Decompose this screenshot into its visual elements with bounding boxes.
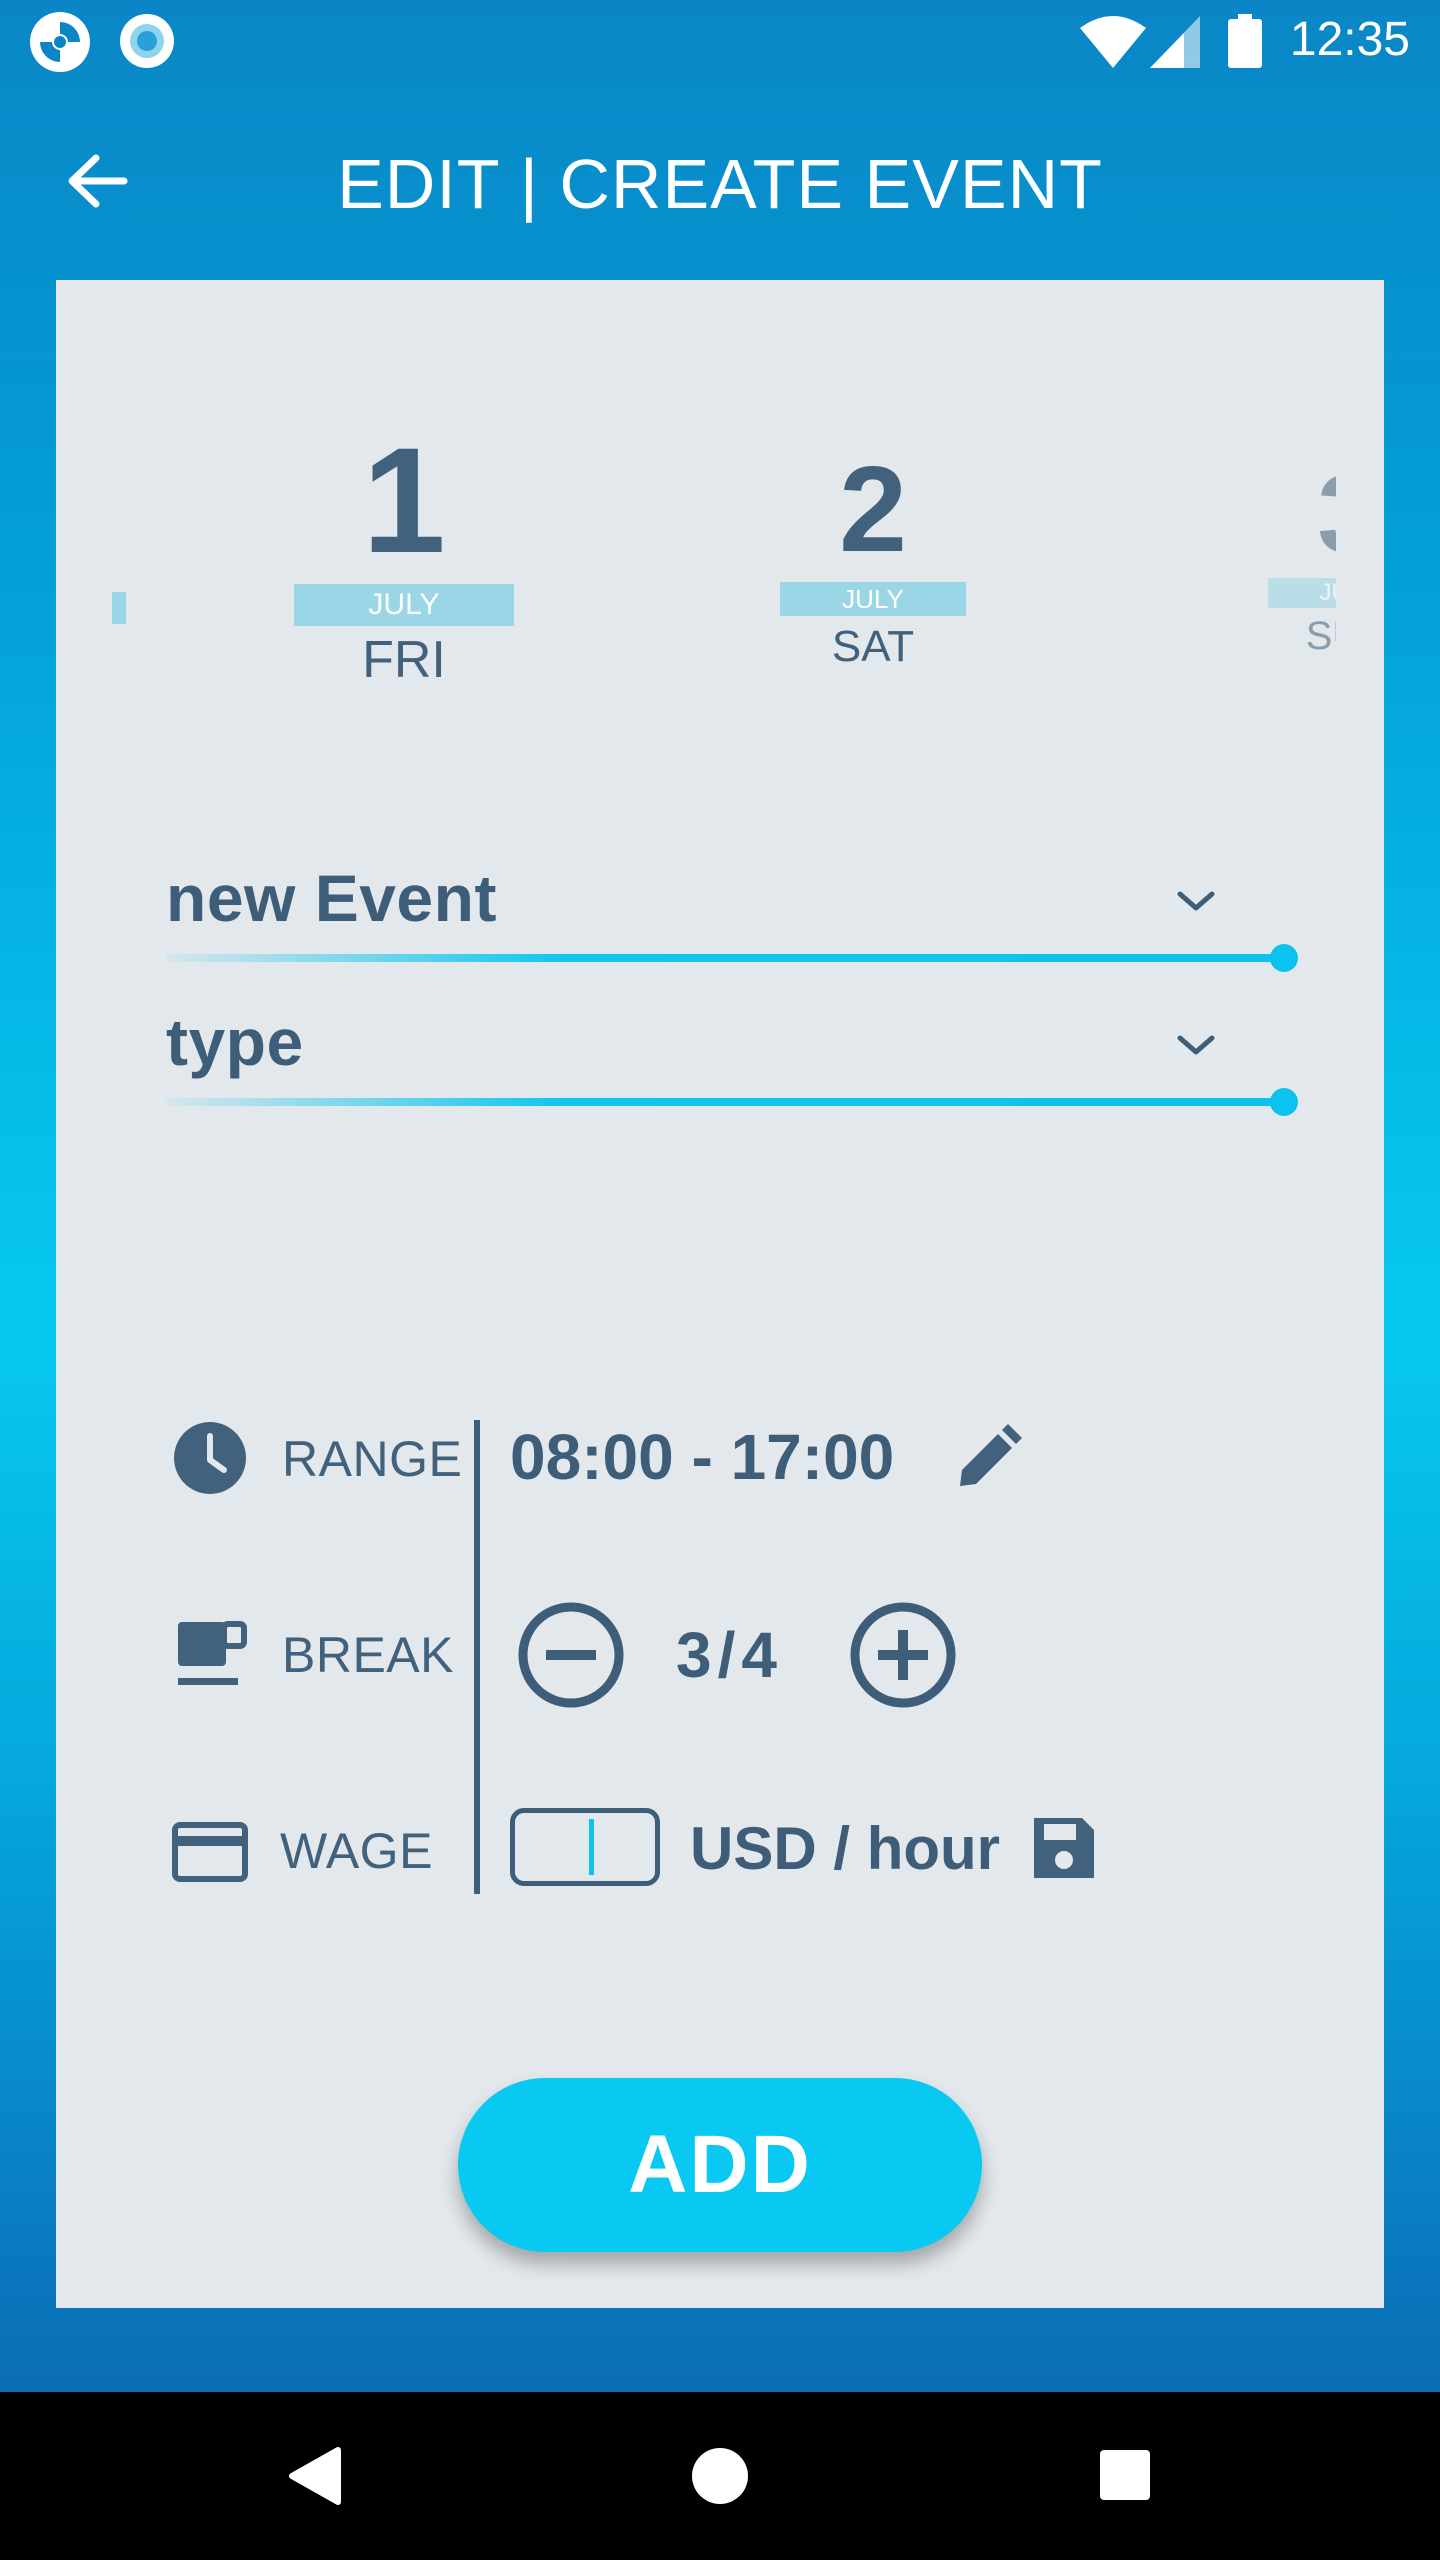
break-value: 3/4: [676, 1619, 783, 1691]
event-name-dropdown[interactable]: new Event: [166, 860, 1356, 980]
range-label: RANGE: [282, 1431, 463, 1487]
event-form-card: 1 JULY FRI 2 JULY SAT 3 JULY SUN new Eve…: [56, 280, 1384, 2308]
day-weekday: FRI: [362, 631, 446, 689]
wage-unit: USD / hour: [690, 1815, 1000, 1882]
plus-circle-icon[interactable]: [850, 1602, 956, 1708]
day-month: JULY: [294, 584, 514, 626]
event-type-dropdown[interactable]: type: [166, 1004, 1356, 1124]
details-divider: [474, 1420, 480, 1894]
scroll-indicator: [112, 592, 126, 624]
save-floppy-icon[interactable]: [1030, 1814, 1098, 1882]
app-notification-icon: [30, 12, 90, 72]
day-number: 3: [1268, 460, 1336, 570]
date-picker[interactable]: 1 JULY FRI 2 JULY SAT 3 JULY SUN: [56, 280, 1384, 740]
day-month: JULY: [780, 582, 966, 616]
edit-pencil-icon[interactable]: [954, 1424, 1022, 1492]
date-item[interactable]: 2 JULY SAT: [780, 444, 966, 678]
event-type-value: type: [166, 1005, 304, 1079]
wage-label: WAGE: [280, 1823, 433, 1879]
break-label: BREAK: [282, 1627, 455, 1683]
text-cursor: [589, 1819, 594, 1875]
page-title: EDIT | CREATE EVENT: [337, 145, 1103, 223]
record-notification-icon: [120, 14, 174, 68]
cell-signal-icon: [1150, 16, 1200, 68]
chevron-down-icon[interactable]: [1174, 1030, 1218, 1060]
day-number: 1: [362, 416, 446, 584]
event-type-handle: [1270, 1088, 1298, 1116]
add-button[interactable]: ADD: [458, 2078, 982, 2252]
day-number: 2: [839, 441, 907, 577]
range-value[interactable]: 08:00 - 17:00: [510, 1420, 894, 1494]
credit-card-icon: [172, 1822, 248, 1882]
date-item-partial[interactable]: 3 JULY SUN: [1268, 460, 1336, 660]
date-item-selected[interactable]: 1 JULY FRI: [294, 420, 514, 694]
event-name-underline: [166, 954, 1284, 962]
chevron-down-icon[interactable]: [1174, 886, 1218, 916]
day-weekday: SAT: [831, 622, 915, 671]
recents-square-icon[interactable]: [1098, 2448, 1152, 2502]
clock-time: 12:35: [1289, 13, 1410, 66]
event-name-value: new Event: [166, 861, 497, 935]
wifi-icon: [1080, 16, 1146, 68]
back-triangle-icon[interactable]: [286, 2446, 342, 2506]
coffee-cup-icon: [178, 1621, 247, 1685]
battery-icon: [1228, 14, 1262, 68]
navigation-bar: [0, 2392, 1440, 2560]
app-bar: EDIT | CREATE EVENT: [0, 84, 1440, 280]
day-weekday: SUN: [1305, 614, 1336, 658]
status-bar: 12:35: [0, 0, 1440, 84]
day-month: JULY: [1268, 578, 1336, 608]
minus-circle-icon[interactable]: [518, 1602, 624, 1708]
event-name-handle: [1270, 944, 1298, 972]
clock-icon: [174, 1422, 246, 1494]
event-type-underline: [166, 1098, 1284, 1106]
home-circle-icon[interactable]: [690, 2446, 750, 2506]
wage-input[interactable]: [510, 1808, 660, 1886]
